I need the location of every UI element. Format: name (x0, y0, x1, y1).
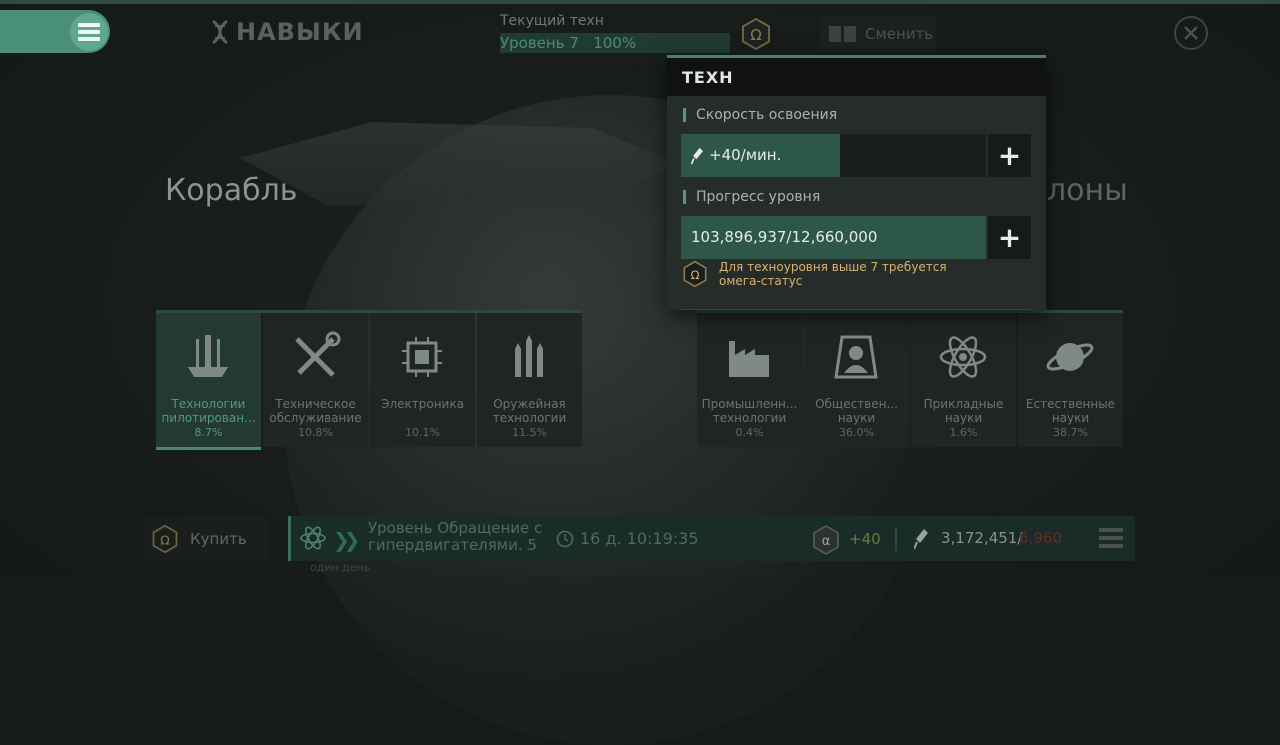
popup-divider (681, 309, 1032, 310)
popup-title: ТЕХН (667, 58, 1046, 96)
warning-text: Для техноуровня выше 7 требуется омега-с… (719, 260, 947, 288)
skill-name: Электроника (381, 397, 464, 411)
skill-tile-natural[interactable]: Естественные науки 38.7% (1018, 313, 1123, 447)
svg-text:Ω: Ω (160, 533, 169, 547)
colony-skills-row: Промышленн... технологии 0.4% Обществен.… (697, 310, 1123, 447)
skill-tile-applied[interactable]: Прикладные науки 1.6% (911, 313, 1016, 447)
list-icon[interactable] (1099, 527, 1123, 549)
progress-bar: 103,896,937/12,660,000 (681, 216, 986, 259)
planet-icon (1046, 343, 1094, 371)
tools-icon (295, 331, 341, 377)
cards-icon (829, 26, 856, 42)
top-border (0, 0, 1280, 4)
current-tech-value: Уровень 7 100% (500, 33, 636, 53)
skill-percent: 1.6% (949, 426, 978, 439)
atom-icon (300, 526, 326, 550)
current-tech-percent: 100% (593, 34, 637, 52)
colonies-section-label[interactable]: лоны (1047, 173, 1128, 208)
speed-value-wrap: +40/мин. (691, 134, 781, 177)
ship-section-label[interactable]: Корабль (165, 173, 297, 208)
chip-icon (402, 337, 442, 377)
skill-percent: 38.7% (1053, 426, 1088, 439)
buy-label: Купить (190, 530, 247, 548)
omega-icon[interactable]: Ω (739, 17, 773, 51)
menu-icon[interactable] (70, 13, 108, 51)
plus-icon: + (997, 139, 1022, 172)
speed-value: +40/мин. (709, 146, 782, 164)
skill-name: Прикладные науки (923, 397, 1004, 425)
injector-icon (691, 147, 703, 165)
skill-tile-maintenance[interactable]: Техническое обслуживание 10.8% (263, 313, 368, 447)
skill-tile-weapons[interactable]: Оружейная технологии 11.5% (477, 313, 582, 447)
queue-line-2: гипердвигателями. 5 (368, 536, 537, 554)
omega-icon: Ω (152, 524, 178, 554)
training-queue[interactable]: ❯❯ Уровень Обращение с гипердвигателями.… (288, 516, 1135, 561)
skill-percent: 8.7% (194, 426, 223, 439)
skill-tile-industrial[interactable]: Промышленн... технологии 0.4% (697, 313, 802, 447)
switch-label: Сменить (865, 25, 934, 43)
close-button[interactable] (1174, 16, 1208, 50)
one-day-label: один день (310, 561, 371, 574)
omega-warning: Ω Для техноуровня выше 7 требуется омега… (681, 260, 969, 288)
rate-value: +40 (849, 530, 881, 548)
skill-name: Естественные науки (1025, 397, 1116, 425)
factory-icon (729, 341, 769, 377)
resource-max: 6,960 (1019, 529, 1062, 547)
person-icon (834, 335, 878, 379)
chevrons-icon: ❯❯ (333, 528, 360, 552)
resource-value: 3,172,451/ (941, 529, 1023, 547)
page-title: НАВЫКИ (210, 18, 364, 46)
speed-bar: +40/мин. (681, 134, 986, 177)
skill-name: Промышленн... технологии (701, 397, 798, 425)
speed-label: Скорость освоения (683, 108, 837, 122)
page-title-text: НАВЫКИ (236, 18, 364, 46)
skill-percent: 10.1% (405, 426, 440, 439)
speed-plus-button[interactable]: + (988, 134, 1031, 177)
close-icon (1184, 26, 1198, 40)
skill-percent: 36.0% (839, 426, 874, 439)
dna-icon (212, 19, 228, 45)
alpha-icon[interactable]: α (811, 525, 841, 555)
progress-value: 103,896,937/12,660,000 (691, 228, 878, 246)
skill-name: Техническое обслуживание (269, 397, 362, 425)
injector-icon (914, 529, 928, 550)
buy-button[interactable]: Ω Купить (143, 517, 268, 561)
queue-time-value: 16 д. 10:19:35 (580, 529, 699, 548)
missiles-icon (515, 335, 543, 377)
svg-text:Ω: Ω (750, 26, 761, 44)
queue-skill-name: Уровень Обращение с гипердвигателями. 5 (368, 520, 542, 554)
ship-skills-row: Технологии пилотирован... 8.7% Техническ… (156, 310, 582, 450)
progress-label: Прогресс уровня (683, 190, 820, 204)
skill-percent: 10.8% (298, 426, 333, 439)
svg-text:Ω: Ω (691, 268, 700, 282)
clock-icon (556, 530, 574, 547)
tech-popup: ТЕХН Скорость освоения +40/мин. + Прогре… (667, 55, 1046, 310)
skill-tile-electronics[interactable]: Электроника 10.1% (370, 313, 475, 447)
divider (895, 527, 897, 551)
current-tech-level: Уровень 7 (500, 34, 579, 52)
omega-icon: Ω (683, 260, 707, 288)
progress-plus-button[interactable]: + (988, 216, 1031, 259)
plus-icon: + (997, 221, 1022, 254)
skill-tile-piloting[interactable]: Технологии пилотирован... 8.7% (156, 313, 261, 450)
svg-text:α: α (822, 534, 831, 549)
pilot-icon (188, 335, 228, 377)
current-tech-label: Текущий техн (500, 13, 604, 29)
skill-name: Обществен... науки (815, 397, 898, 425)
switch-button[interactable]: Сменить (820, 16, 936, 52)
skill-name: Технологии пилотирован... (161, 397, 256, 425)
skill-percent: 0.4% (735, 426, 764, 439)
skill-percent: 11.5% (512, 426, 547, 439)
queue-line-1: Уровень Обращение с (368, 519, 543, 537)
atom-icon (939, 336, 987, 378)
skill-name: Оружейная технологии (492, 397, 567, 425)
queue-time: 16 д. 10:19:35 (556, 529, 699, 548)
skill-tile-social[interactable]: Обществен... науки 36.0% (804, 313, 909, 447)
